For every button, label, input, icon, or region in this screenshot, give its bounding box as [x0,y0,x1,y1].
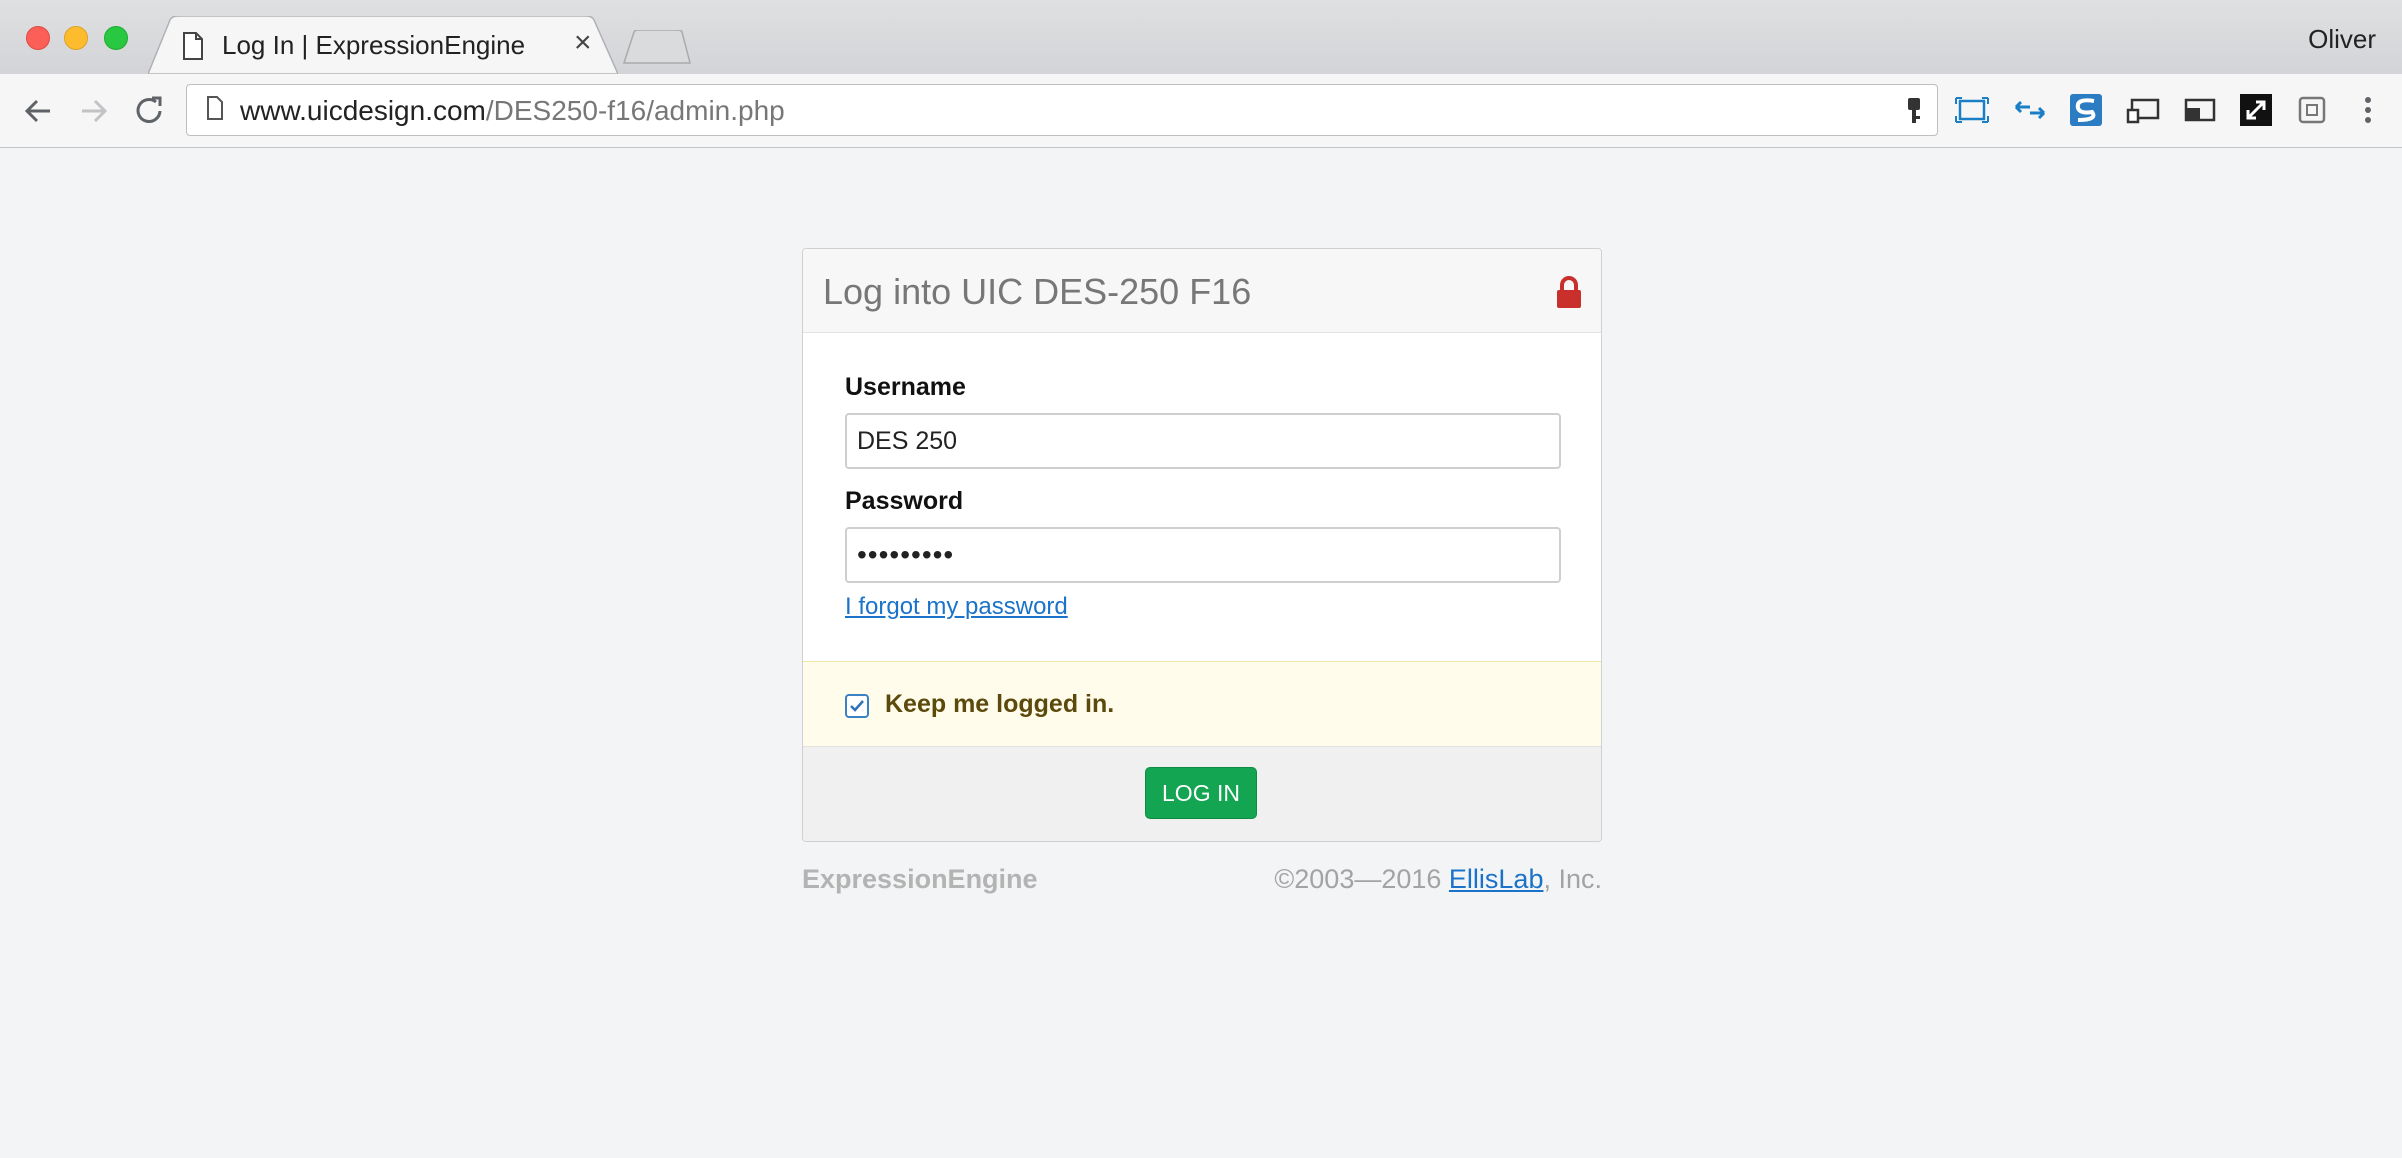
menu-icon[interactable] [2350,92,2386,128]
remember-me-row: Keep me logged in. [803,661,1601,747]
footer-brand: ExpressionEngine [802,864,1038,894]
username-input[interactable] [845,413,1561,469]
window-icon[interactable] [2294,92,2330,128]
submit-row: LOG IN [803,747,1601,841]
forgot-password-link[interactable]: I forgot my password [845,593,1068,621]
reload-icon[interactable] [132,94,168,128]
copyright-prefix: ©2003—2016 [1274,864,1449,894]
username-label: Username [845,373,966,401]
login-header: Log into UIC DES-250 F16 [803,249,1601,333]
tab-close-icon[interactable]: × [574,28,592,58]
password-input[interactable] [845,527,1561,583]
page-info-icon[interactable] [206,96,224,120]
display-icon[interactable] [2182,92,2218,128]
checkmark-icon [850,700,864,712]
zoom-window-button[interactable] [104,26,128,50]
url-path: /DES250-f16/admin.php [485,95,785,126]
login-panel: Log into UIC DES-250 F16 Username Passwo… [802,248,1602,842]
lock-icon [1557,276,1581,308]
copyright-suffix: , Inc. [1543,864,1602,894]
close-window-button[interactable] [26,26,50,50]
remember-me-label[interactable]: Keep me logged in. [885,690,1114,719]
minimize-window-button[interactable] [64,26,88,50]
url-text[interactable]: www.uicdesign.com/DES250-f16/admin.php [240,95,785,127]
remember-me-checkbox[interactable] [845,694,869,718]
password-label: Password [845,487,964,515]
expand-icon[interactable] [2238,92,2274,128]
screenshot-icon[interactable] [1954,92,1990,128]
login-button[interactable]: LOG IN [1145,767,1257,819]
cast-icon[interactable] [2126,92,2162,128]
back-icon[interactable] [20,94,56,128]
arrows-icon[interactable] [2012,92,2048,128]
page-icon [183,32,203,60]
profile-name[interactable]: Oliver [2308,24,2376,55]
footer-copyright: ©2003—2016 EllisLab, Inc. [1274,864,1602,895]
forward-icon[interactable] [76,94,112,128]
url-host: www.uicdesign.com [240,95,486,126]
new-tab-button[interactable] [622,30,692,64]
key-icon[interactable] [1896,92,1932,128]
s-icon[interactable] [2068,92,2104,128]
ellislab-link[interactable]: EllisLab [1449,864,1544,894]
tab-title: Log In | ExpressionEngine [222,30,526,60]
login-title: Log into UIC DES-250 F16 [823,271,1252,312]
